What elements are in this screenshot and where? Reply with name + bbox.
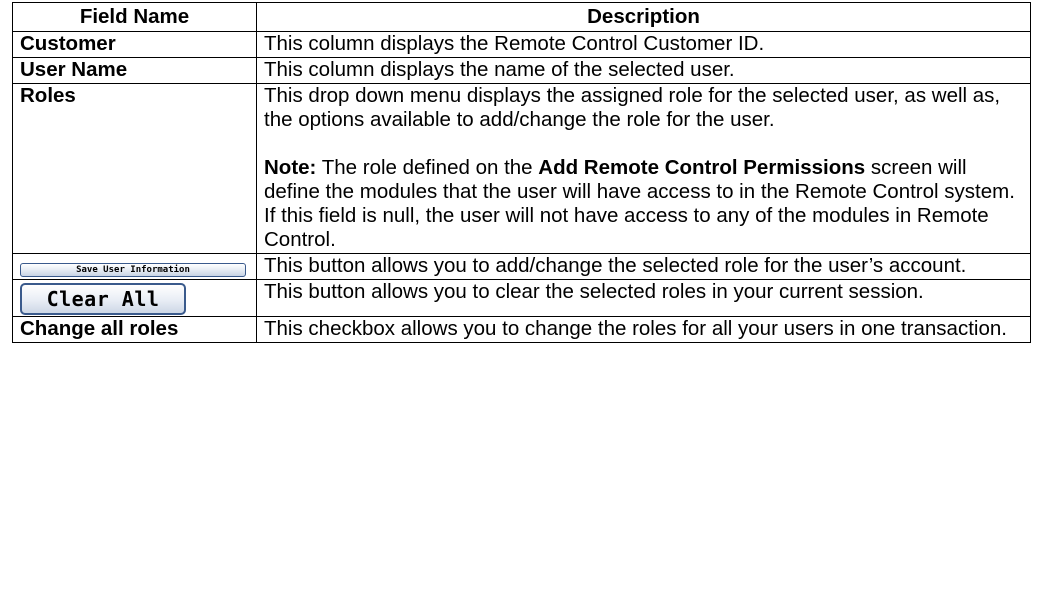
description-roles: This drop down menu displays the assigne… (256, 83, 1031, 254)
roles-note: Note: The role defined on the Add Remote… (264, 156, 1023, 252)
field-user-name: User Name (12, 57, 257, 84)
field-roles: Roles (12, 83, 257, 254)
field-change-all-roles: Change all roles (12, 316, 257, 343)
save-user-information-button[interactable]: Save User Information (20, 263, 246, 277)
clear-all-button[interactable]: Clear All (20, 283, 186, 315)
table-row: Save User Information This button allows… (12, 253, 1031, 280)
table-row: Roles This drop down menu displays the a… (12, 83, 1031, 254)
header-description: Description (256, 2, 1031, 32)
field-description-table: Field Name Description Customer This col… (12, 2, 1031, 343)
note-text-1: The role defined on the (316, 156, 539, 179)
table-row: User Name This column displays the name … (12, 57, 1031, 84)
description-clear-all: This button allows you to clear the sele… (256, 279, 1031, 317)
table-row: Customer This column displays the Remote… (12, 31, 1031, 58)
description-save-user-information: This button allows you to add/change the… (256, 253, 1031, 280)
table-row: Clear All This button allows you to clea… (12, 279, 1031, 317)
field-clear-all: Clear All (12, 279, 257, 317)
header-field-name: Field Name (12, 2, 257, 32)
note-bold-screen-name: Add Remote Control Permissions (538, 156, 866, 179)
description-customer: This column displays the Remote Control … (256, 31, 1031, 58)
note-label: Note: (264, 156, 317, 179)
description-user-name: This column displays the name of the sel… (256, 57, 1031, 84)
roles-description-text: This drop down menu displays the assigne… (264, 84, 1001, 131)
table-header-row: Field Name Description (12, 2, 1031, 32)
table-row: Change all roles This checkbox allows yo… (12, 316, 1031, 343)
description-change-all-roles: This checkbox allows you to change the r… (256, 316, 1031, 343)
field-save-user-information: Save User Information (12, 253, 257, 280)
field-customer: Customer (12, 31, 257, 58)
